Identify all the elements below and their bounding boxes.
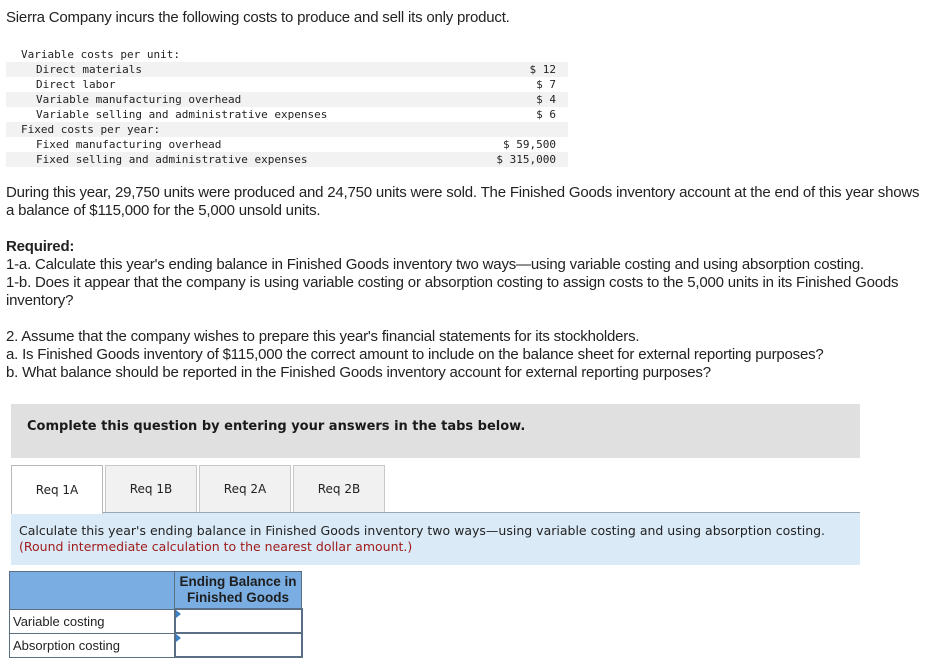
cost-amount: $ 6 bbox=[536, 108, 556, 121]
variable-costing-input[interactable] bbox=[175, 610, 301, 632]
answer-row-absorption: Absorption costing bbox=[9, 632, 303, 658]
tab-req-1b[interactable]: Req 1B bbox=[105, 465, 197, 512]
variable-costs-header: Variable costs per unit: bbox=[21, 48, 180, 61]
rounding-note: (Round intermediate calculation to the n… bbox=[19, 539, 413, 554]
requirements-part1: 1-a. Calculate this year's ending balanc… bbox=[6, 256, 931, 310]
cost-table: Variable costs per unit: Direct material… bbox=[6, 47, 568, 167]
tab-req-2a[interactable]: Req 2A bbox=[199, 465, 291, 512]
complete-instructions-bar: Complete this question by entering your … bbox=[11, 404, 860, 458]
instructions-text: Calculate this year's ending balance in … bbox=[19, 523, 826, 538]
requirement-2: 2. Assume that the company wishes to pre… bbox=[6, 328, 640, 345]
ending-balance-header: Ending Balance in Finished Goods bbox=[174, 571, 302, 610]
cost-label: Variable manufacturing overhead bbox=[6, 92, 466, 107]
fixed-costs-header: Fixed costs per year: bbox=[6, 122, 466, 137]
cost-row: Fixed manufacturing overhead $ 59,500 bbox=[6, 137, 568, 152]
answer-header-row: Ending Balance in Finished Goods bbox=[9, 571, 302, 610]
absorption-costing-input[interactable] bbox=[175, 634, 301, 656]
cost-label: Direct materials bbox=[6, 62, 466, 77]
requirement-1b: 1-b. Does it appear that the company is … bbox=[6, 274, 899, 309]
intro-text: Sierra Company incurs the following cost… bbox=[6, 9, 510, 26]
cost-row: Variable selling and administrative expe… bbox=[6, 107, 568, 122]
requirement-2a: a. Is Finished Goods inventory of $115,0… bbox=[6, 346, 824, 363]
cost-label: Fixed manufacturing overhead bbox=[36, 138, 222, 151]
cost-amount: $ 4 bbox=[465, 92, 568, 107]
tab-req-1a[interactable]: Req 1A bbox=[11, 465, 103, 514]
cost-amount: $ 315,000 bbox=[465, 152, 568, 167]
tab-req-2b[interactable]: Req 2B bbox=[293, 465, 385, 512]
requirement-1a: 1-a. Calculate this year's ending balanc… bbox=[6, 256, 864, 273]
cost-row: Variable manufacturing overhead $ 4 bbox=[6, 92, 568, 107]
requirements-part2: 2. Assume that the company wishes to pre… bbox=[6, 328, 931, 382]
input-marker-icon bbox=[175, 610, 181, 618]
cost-row: Direct labor $ 7 bbox=[6, 77, 568, 92]
cost-label: Variable selling and administrative expe… bbox=[36, 108, 328, 121]
cost-amount: $ 7 bbox=[536, 78, 556, 91]
absorption-costing-label: Absorption costing bbox=[9, 632, 175, 658]
cost-row: Direct materials $ 12 bbox=[6, 62, 568, 77]
cost-amount: $ 12 bbox=[465, 62, 568, 77]
cost-label: Fixed selling and administrative expense… bbox=[6, 152, 466, 167]
cost-label: Direct labor bbox=[36, 78, 116, 91]
answer-table: Ending Balance in Finished Goods Variabl… bbox=[9, 571, 303, 658]
cost-row: Fixed selling and administrative expense… bbox=[6, 152, 568, 167]
complete-instructions-text: Complete this question by entering your … bbox=[27, 419, 526, 434]
tab-instructions: Calculate this year's ending balance in … bbox=[11, 513, 860, 565]
requirement-2b: b. What balance should be reported in th… bbox=[6, 364, 711, 381]
fixed-header-row: Fixed costs per year: bbox=[6, 122, 568, 137]
answer-row-variable: Variable costing bbox=[9, 608, 303, 634]
cost-amount: $ 59,500 bbox=[503, 138, 556, 151]
variable-header-row: Variable costs per unit: bbox=[6, 47, 568, 62]
requirement-tabs: Req 1A Req 1B Req 2A Req 2B bbox=[11, 465, 387, 514]
variable-costing-label: Variable costing bbox=[9, 608, 175, 634]
required-heading: Required: bbox=[6, 238, 75, 255]
input-marker-icon bbox=[175, 634, 181, 642]
production-paragraph: During this year, 29,750 units were prod… bbox=[6, 184, 920, 219]
